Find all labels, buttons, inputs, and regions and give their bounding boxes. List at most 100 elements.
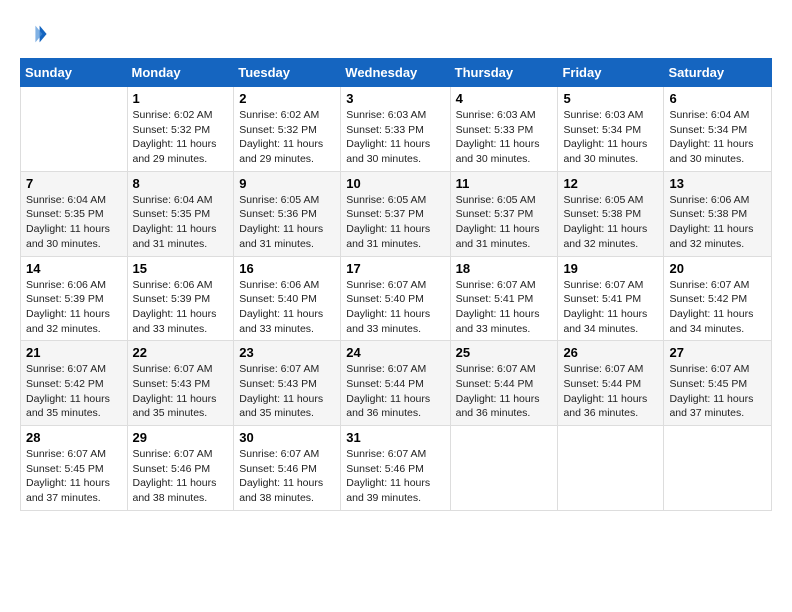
calendar-cell: 18 Sunrise: 6:07 AMSunset: 5:41 PMDayligh… <box>450 256 558 341</box>
day-info: Sunrise: 6:07 AMSunset: 5:41 PMDaylight:… <box>563 278 658 337</box>
calendar-header-row: SundayMondayTuesdayWednesdayThursdayFrid… <box>21 59 772 87</box>
day-info: Sunrise: 6:06 AMSunset: 5:39 PMDaylight:… <box>133 278 229 337</box>
day-number: 28 <box>26 430 122 445</box>
day-info: Sunrise: 6:07 AMSunset: 5:41 PMDaylight:… <box>456 278 553 337</box>
calendar-cell: 1 Sunrise: 6:02 AMSunset: 5:32 PMDaylight… <box>127 87 234 172</box>
logo <box>20 20 52 48</box>
day-info: Sunrise: 6:03 AMSunset: 5:34 PMDaylight:… <box>563 108 658 167</box>
day-info: Sunrise: 6:07 AMSunset: 5:46 PMDaylight:… <box>239 447 335 506</box>
page-header <box>20 20 772 48</box>
day-number: 15 <box>133 261 229 276</box>
calendar-cell: 5 Sunrise: 6:03 AMSunset: 5:34 PMDaylight… <box>558 87 664 172</box>
calendar-cell: 11 Sunrise: 6:05 AMSunset: 5:37 PMDayligh… <box>450 171 558 256</box>
day-info: Sunrise: 6:03 AMSunset: 5:33 PMDaylight:… <box>456 108 553 167</box>
calendar-cell: 27Sunrise: 6:07 AMSunset: 5:45 PMDayligh… <box>664 341 772 426</box>
day-number: 4 <box>456 91 553 106</box>
day-number: 1 <box>133 91 229 106</box>
day-info: Sunrise: 6:04 AMSunset: 5:34 PMDaylight:… <box>669 108 766 167</box>
calendar-cell <box>450 426 558 511</box>
day-number: 24 <box>346 345 444 360</box>
day-info: Sunrise: 6:07 AMSunset: 5:43 PMDaylight:… <box>133 362 229 421</box>
calendar-week-row: 21 Sunrise: 6:07 AMSunset: 5:42 PMDayligh… <box>21 341 772 426</box>
calendar-cell: 12Sunrise: 6:05 AMSunset: 5:38 PMDayligh… <box>558 171 664 256</box>
calendar-cell: 24 Sunrise: 6:07 AMSunset: 5:44 PMDayligh… <box>341 341 450 426</box>
calendar-cell: 29 Sunrise: 6:07 AMSunset: 5:46 PMDayligh… <box>127 426 234 511</box>
day-header-wednesday: Wednesday <box>341 59 450 87</box>
day-info: Sunrise: 6:07 AMSunset: 5:45 PMDaylight:… <box>26 447 122 506</box>
calendar-cell: 21 Sunrise: 6:07 AMSunset: 5:42 PMDayligh… <box>21 341 128 426</box>
day-number: 7 <box>26 176 122 191</box>
day-number: 5 <box>563 91 658 106</box>
day-header-friday: Friday <box>558 59 664 87</box>
calendar-cell: 23Sunrise: 6:07 AMSunset: 5:43 PMDayligh… <box>234 341 341 426</box>
day-number: 14 <box>26 261 122 276</box>
calendar-cell: 9 Sunrise: 6:05 AMSunset: 5:36 PMDaylight… <box>234 171 341 256</box>
day-number: 26 <box>563 345 658 360</box>
calendar-cell: 8Sunrise: 6:04 AMSunset: 5:35 PMDaylight… <box>127 171 234 256</box>
day-number: 17 <box>346 261 444 276</box>
day-info: Sunrise: 6:05 AMSunset: 5:36 PMDaylight:… <box>239 193 335 252</box>
calendar-cell: 4 Sunrise: 6:03 AMSunset: 5:33 PMDaylight… <box>450 87 558 172</box>
calendar-cell: 14 Sunrise: 6:06 AMSunset: 5:39 PMDayligh… <box>21 256 128 341</box>
day-header-monday: Monday <box>127 59 234 87</box>
day-info: Sunrise: 6:07 AMSunset: 5:46 PMDaylight:… <box>133 447 229 506</box>
day-number: 25 <box>456 345 553 360</box>
day-number: 2 <box>239 91 335 106</box>
day-header-saturday: Saturday <box>664 59 772 87</box>
day-number: 13 <box>669 176 766 191</box>
day-info: Sunrise: 6:07 AMSunset: 5:45 PMDaylight:… <box>669 362 766 421</box>
day-number: 29 <box>133 430 229 445</box>
calendar-cell: 7 Sunrise: 6:04 AMSunset: 5:35 PMDaylight… <box>21 171 128 256</box>
calendar-cell <box>21 87 128 172</box>
calendar-cell: 19 Sunrise: 6:07 AMSunset: 5:41 PMDayligh… <box>558 256 664 341</box>
calendar-cell: 2Sunrise: 6:02 AMSunset: 5:32 PMDaylight… <box>234 87 341 172</box>
day-header-sunday: Sunday <box>21 59 128 87</box>
day-info: Sunrise: 6:07 AMSunset: 5:40 PMDaylight:… <box>346 278 444 337</box>
calendar-cell: 15 Sunrise: 6:06 AMSunset: 5:39 PMDayligh… <box>127 256 234 341</box>
calendar-cell: 13Sunrise: 6:06 AMSunset: 5:38 PMDayligh… <box>664 171 772 256</box>
calendar-week-row: 1 Sunrise: 6:02 AMSunset: 5:32 PMDaylight… <box>21 87 772 172</box>
calendar-cell: 30Sunrise: 6:07 AMSunset: 5:46 PMDayligh… <box>234 426 341 511</box>
day-number: 21 <box>26 345 122 360</box>
day-info: Sunrise: 6:07 AMSunset: 5:44 PMDaylight:… <box>563 362 658 421</box>
day-info: Sunrise: 6:07 AMSunset: 5:42 PMDaylight:… <box>669 278 766 337</box>
calendar-cell: 31 Sunrise: 6:07 AMSunset: 5:46 PMDayligh… <box>341 426 450 511</box>
calendar-cell: 3 Sunrise: 6:03 AMSunset: 5:33 PMDaylight… <box>341 87 450 172</box>
day-info: Sunrise: 6:06 AMSunset: 5:39 PMDaylight:… <box>26 278 122 337</box>
day-number: 10 <box>346 176 444 191</box>
day-info: Sunrise: 6:07 AMSunset: 5:46 PMDaylight:… <box>346 447 444 506</box>
logo-icon <box>20 20 48 48</box>
calendar-cell <box>558 426 664 511</box>
day-info: Sunrise: 6:04 AMSunset: 5:35 PMDaylight:… <box>26 193 122 252</box>
day-info: Sunrise: 6:02 AMSunset: 5:32 PMDaylight:… <box>133 108 229 167</box>
calendar-cell: 28 Sunrise: 6:07 AMSunset: 5:45 PMDayligh… <box>21 426 128 511</box>
day-number: 6 <box>669 91 766 106</box>
day-number: 31 <box>346 430 444 445</box>
calendar-week-row: 14 Sunrise: 6:06 AMSunset: 5:39 PMDayligh… <box>21 256 772 341</box>
calendar-table: SundayMondayTuesdayWednesdayThursdayFrid… <box>20 58 772 511</box>
day-info: Sunrise: 6:07 AMSunset: 5:44 PMDaylight:… <box>346 362 444 421</box>
calendar-cell: 25 Sunrise: 6:07 AMSunset: 5:44 PMDayligh… <box>450 341 558 426</box>
day-number: 11 <box>456 176 553 191</box>
calendar-cell <box>664 426 772 511</box>
day-number: 20 <box>669 261 766 276</box>
day-info: Sunrise: 6:07 AMSunset: 5:44 PMDaylight:… <box>456 362 553 421</box>
day-number: 22 <box>133 345 229 360</box>
day-info: Sunrise: 6:07 AMSunset: 5:42 PMDaylight:… <box>26 362 122 421</box>
day-info: Sunrise: 6:04 AMSunset: 5:35 PMDaylight:… <box>133 193 229 252</box>
day-number: 3 <box>346 91 444 106</box>
day-info: Sunrise: 6:05 AMSunset: 5:38 PMDaylight:… <box>563 193 658 252</box>
day-number: 9 <box>239 176 335 191</box>
day-number: 18 <box>456 261 553 276</box>
calendar-cell: 17 Sunrise: 6:07 AMSunset: 5:40 PMDayligh… <box>341 256 450 341</box>
day-number: 23 <box>239 345 335 360</box>
calendar-cell: 22 Sunrise: 6:07 AMSunset: 5:43 PMDayligh… <box>127 341 234 426</box>
calendar-cell: 16Sunrise: 6:06 AMSunset: 5:40 PMDayligh… <box>234 256 341 341</box>
day-info: Sunrise: 6:05 AMSunset: 5:37 PMDaylight:… <box>456 193 553 252</box>
calendar-cell: 10 Sunrise: 6:05 AMSunset: 5:37 PMDayligh… <box>341 171 450 256</box>
day-info: Sunrise: 6:05 AMSunset: 5:37 PMDaylight:… <box>346 193 444 252</box>
day-number: 19 <box>563 261 658 276</box>
day-info: Sunrise: 6:03 AMSunset: 5:33 PMDaylight:… <box>346 108 444 167</box>
day-header-thursday: Thursday <box>450 59 558 87</box>
calendar-cell: 26 Sunrise: 6:07 AMSunset: 5:44 PMDayligh… <box>558 341 664 426</box>
